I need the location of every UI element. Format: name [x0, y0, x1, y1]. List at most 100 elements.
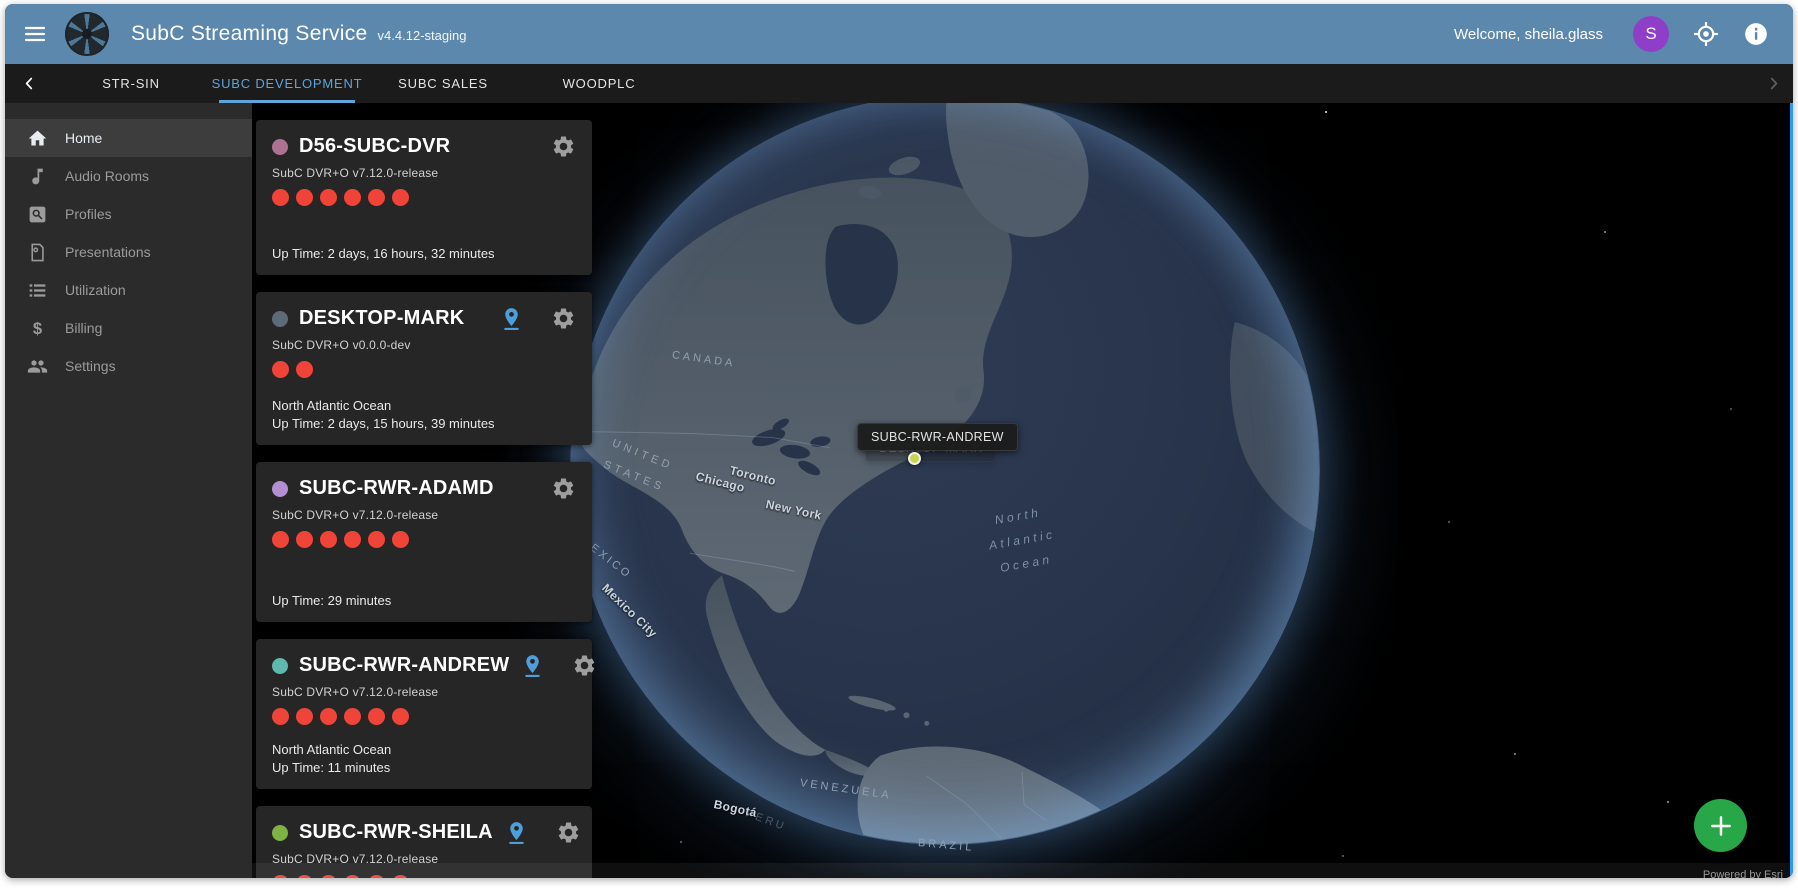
tab[interactable]: SUBC SALES [365, 64, 521, 103]
stream-dots [272, 708, 576, 725]
app-version: v4.4.12-staging [378, 28, 467, 43]
sidebar-item[interactable]: Settings [5, 347, 252, 385]
stream-status-dot [344, 189, 361, 206]
device-uptime: Up Time: 2 days, 15 hours, 39 minutes [272, 415, 576, 433]
plus-icon [1708, 813, 1734, 839]
people-icon [27, 356, 48, 377]
sidebar-item[interactable]: Utilization [5, 271, 252, 309]
stream-status-dot [368, 531, 385, 548]
stream-status-dot [296, 531, 313, 548]
map-attribution: Powered by Esri [1703, 869, 1783, 878]
tab[interactable]: STR-SIN [53, 64, 209, 103]
device-version: SubC DVR+O v0.0.0-dev [272, 338, 576, 352]
map-label: PERU [744, 807, 788, 833]
stream-status-dot [320, 189, 337, 206]
music-note-icon [27, 166, 48, 187]
hamburger-menu-icon[interactable] [23, 21, 49, 47]
device-location: North Atlantic Ocean [272, 741, 576, 759]
shutter-logo-icon [65, 12, 109, 56]
stream-status-dot [368, 708, 385, 725]
stars-background [252, 103, 254, 105]
org-tabbar: STR-SINSUBC DEVELOPMENTSUBC SALESWOODPLC [5, 64, 1793, 103]
device-status-dot [272, 658, 288, 674]
avatar[interactable]: S [1633, 16, 1669, 52]
device-name: SUBC-RWR-ANDREW [299, 654, 509, 677]
device-version: SubC DVR+O v7.12.0-release [272, 166, 576, 180]
welcome-text: Welcome, sheila.glass [1454, 26, 1603, 43]
settings-gear-icon[interactable] [551, 134, 576, 159]
device-name: DESKTOP-MARK [299, 307, 488, 330]
list-icon [27, 280, 48, 301]
stream-dots [272, 531, 576, 548]
device-version: SubC DVR+O v7.12.0-release [272, 508, 576, 522]
map-tooltip: SUBC-RWR-ANDREW [857, 423, 1018, 451]
pin-drop-icon[interactable] [520, 653, 545, 678]
settings-gear-icon[interactable] [551, 476, 576, 501]
tabs-scroll-right-icon[interactable] [1753, 64, 1793, 103]
map-area: CANADAUNITED STATESChicagoTorontoNew Yor… [252, 103, 1793, 878]
device-card-list: D56-SUBC-DVR SubC DVR+O v7.12.0-release … [256, 120, 592, 878]
svg-text:$: $ [33, 318, 42, 337]
sidebar: Home Audio Rooms Profiles Presentations … [5, 103, 252, 878]
device-status-dot [272, 139, 288, 155]
stream-status-dot [320, 708, 337, 725]
stream-status-dot [296, 708, 313, 725]
pin-drop-icon[interactable] [499, 306, 524, 331]
stream-status-dot [344, 531, 361, 548]
stream-status-dot [368, 189, 385, 206]
device-uptime: Up Time: 2 days, 16 hours, 32 minutes [272, 245, 576, 263]
stream-status-dot [320, 531, 337, 548]
device-status-dot [272, 825, 288, 841]
stream-dots [272, 361, 576, 378]
document-icon [27, 242, 48, 263]
stream-status-dot [272, 531, 289, 548]
device-uptime: Up Time: 11 minutes [272, 759, 576, 777]
stream-status-dot [392, 189, 409, 206]
device-map-marker[interactable] [908, 452, 921, 465]
app-window: SubC Streaming Service v4.4.12-staging W… [5, 4, 1793, 878]
device-card[interactable]: SUBC-RWR-ADAMD SubC DVR+O v7.12.0-releas… [256, 462, 592, 622]
app-header: SubC Streaming Service v4.4.12-staging W… [5, 4, 1793, 64]
dollar-icon: $ [27, 318, 48, 339]
home-icon [27, 128, 48, 149]
stream-status-dot [392, 531, 409, 548]
stream-status-dot [392, 708, 409, 725]
stream-status-dot [272, 708, 289, 725]
settings-gear-icon[interactable] [551, 306, 576, 331]
device-status-dot [272, 481, 288, 497]
sidebar-item[interactable]: Profiles [5, 195, 252, 233]
tab-list: STR-SINSUBC DEVELOPMENTSUBC SALESWOODPLC [53, 64, 677, 103]
tabs-scroll-left-icon[interactable] [5, 64, 53, 103]
sidebar-item[interactable]: Audio Rooms [5, 157, 252, 195]
stream-status-dot [272, 189, 289, 206]
stream-status-dot [272, 361, 289, 378]
device-name: SUBC-RWR-ADAMD [299, 477, 540, 500]
settings-gear-icon[interactable] [572, 653, 597, 678]
tab[interactable]: SUBC DEVELOPMENT [209, 64, 365, 103]
image-search-icon [27, 204, 48, 225]
device-card[interactable]: DESKTOP-MARK SubC DVR+O v0.0.0-dev North… [256, 292, 592, 445]
device-location: North Atlantic Ocean [272, 397, 576, 415]
map-attribution-bar: Powered by Esri [252, 863, 1793, 878]
device-uptime: Up Time: 29 minutes [272, 592, 576, 610]
settings-gear-icon[interactable] [556, 820, 581, 845]
sidebar-item[interactable]: Presentations [5, 233, 252, 271]
device-card[interactable]: D56-SUBC-DVR SubC DVR+O v7.12.0-release … [256, 120, 592, 275]
pin-drop-icon[interactable] [504, 820, 529, 845]
stream-status-dot [296, 189, 313, 206]
device-name: D56-SUBC-DVR [299, 135, 540, 158]
device-version: SubC DVR+O v7.12.0-release [272, 685, 576, 699]
stream-status-dot [296, 361, 313, 378]
device-name: SUBC-RWR-SHEILA [299, 821, 493, 844]
device-card[interactable]: SUBC-RWR-ANDREW SubC DVR+O v7.12.0-relea… [256, 639, 592, 789]
info-icon[interactable] [1743, 21, 1769, 47]
sidebar-item[interactable]: Home [5, 119, 252, 157]
add-device-button[interactable] [1694, 799, 1747, 852]
sidebar-item[interactable]: $ Billing [5, 309, 252, 347]
device-status-dot [272, 311, 288, 327]
my-location-icon[interactable] [1693, 21, 1719, 47]
stream-status-dot [344, 708, 361, 725]
app-title: SubC Streaming Service [131, 22, 368, 46]
stream-dots [272, 189, 576, 206]
tab[interactable]: WOODPLC [521, 64, 677, 103]
